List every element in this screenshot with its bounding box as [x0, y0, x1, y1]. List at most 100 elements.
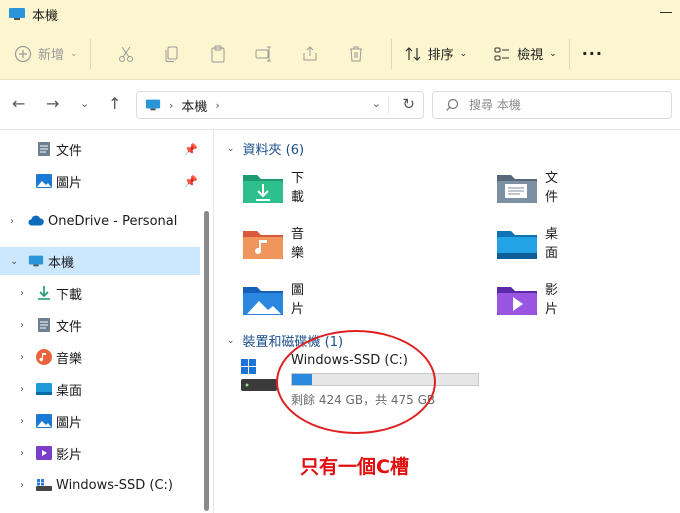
sidebar-item-label: 圖片 — [56, 415, 83, 431]
folders-group-header[interactable]: ⌄ 資料夾 (6) — [227, 139, 667, 158]
search-icon — [446, 98, 459, 111]
address-dropdown-icon[interactable]: ⌄ — [372, 97, 381, 110]
sidebar-item-label: 影片 — [56, 447, 83, 463]
videos-icon — [36, 445, 52, 461]
chevron-right-icon[interactable]: › — [20, 320, 24, 331]
documents-folder-icon — [497, 175, 537, 203]
search-box[interactable] — [432, 91, 672, 119]
paste-button[interactable] — [207, 43, 229, 65]
sidebar-item-label: 圖片 — [56, 175, 83, 191]
copy-icon — [165, 46, 178, 62]
divider — [568, 38, 570, 69]
up-arrow-icon[interactable]: ↑ — [108, 94, 121, 113]
computer-icon — [9, 8, 25, 20]
rename-button[interactable] — [253, 43, 275, 65]
sidebar-item-documents-pinned[interactable]: 文件 📌 — [0, 135, 200, 163]
chevron-down-icon: ⌄ — [227, 335, 235, 346]
folder-label: 影片 — [545, 283, 559, 317]
sidebar-item-label: 下載 — [56, 287, 83, 303]
chevron-down-icon: ⌄ — [70, 48, 78, 59]
chevron-right-icon[interactable]: › — [20, 416, 24, 427]
rename-icon — [255, 46, 271, 61]
chevron-down-icon: ⌄ — [459, 48, 468, 59]
chevron-right-icon[interactable]: › — [10, 216, 14, 227]
folder-documents[interactable]: 文件 — [495, 169, 558, 205]
breadcrumb-this-pc[interactable]: 本機 — [181, 96, 207, 115]
folder-label: 文件 — [545, 171, 559, 205]
sidebar-item-label: 文件 — [56, 319, 83, 335]
folder-downloads[interactable]: 下載 — [241, 169, 304, 205]
sort-button[interactable]: 排序 ⌄ — [404, 38, 468, 70]
folder-label: 圖片 — [291, 283, 305, 317]
pictures-folder-icon — [243, 287, 283, 315]
navigation-pane: 文件 📌 圖片 📌 › OneDrive - Personal ⌄ 本機 › 下… — [0, 131, 214, 513]
computer-icon — [28, 253, 44, 269]
computer-icon — [145, 99, 161, 111]
command-bar: 新增 ⌄ 排序 ⌄ 檢視 ⌄ ··· — [0, 28, 680, 80]
back-arrow-icon[interactable]: ← — [12, 94, 25, 113]
chevron-down-icon: ⌄ — [549, 48, 557, 59]
folder-desktop[interactable]: 桌面 — [495, 225, 558, 261]
divider — [89, 38, 91, 69]
sidebar-item-label: 音樂 — [56, 351, 83, 367]
documents-icon — [36, 141, 52, 157]
search-input[interactable] — [469, 98, 649, 112]
recent-locations-icon[interactable]: ⌄ — [80, 97, 89, 110]
sidebar-item-label: 桌面 — [56, 383, 83, 399]
pin-icon: 📌 — [184, 174, 198, 188]
delete-button[interactable] — [345, 43, 367, 65]
sort-icon — [405, 46, 420, 61]
music-folder-icon — [243, 231, 283, 259]
drive-icon — [241, 359, 277, 391]
scissors-icon — [118, 46, 133, 62]
music-icon — [36, 349, 52, 365]
documents-icon — [36, 317, 52, 333]
chevron-down-icon[interactable]: ⌄ — [10, 256, 18, 267]
chevron-right-icon[interactable]: › — [20, 352, 24, 363]
sidebar-scrollbar[interactable] — [204, 211, 209, 511]
sidebar-item-onedrive[interactable]: › OneDrive - Personal — [0, 207, 200, 235]
drives-group-header[interactable]: ⌄ 裝置和磁碟機 (1) — [227, 331, 667, 350]
forward-arrow-icon[interactable]: → — [46, 94, 59, 113]
address-bar[interactable]: › 本機 › ⌄ ↻ — [136, 91, 424, 119]
sidebar-item-documents[interactable]: › 文件 — [0, 311, 200, 339]
sidebar-item-windows-ssd[interactable]: › Windows-SSD (C:) — [0, 471, 200, 499]
sidebar-item-pictures[interactable]: › 圖片 — [0, 407, 200, 435]
content-area: ⌄ 資料夾 (6) 下載 文件 音樂 桌面 圖片 影片 ⌄ 裝置和磁碟機 (1)… — [215, 131, 680, 513]
sidebar-item-label: 文件 — [56, 143, 83, 159]
more-button[interactable]: ··· — [582, 38, 603, 70]
drive-icon — [36, 477, 52, 493]
sidebar-item-downloads[interactable]: › 下載 — [0, 279, 200, 307]
cut-button[interactable] — [115, 43, 137, 65]
breadcrumb-chevron-icon: › — [169, 98, 174, 112]
minimize-button[interactable] — [660, 12, 672, 13]
folder-music[interactable]: 音樂 — [241, 225, 304, 261]
view-label: 檢視 — [517, 48, 544, 63]
chevron-right-icon[interactable]: › — [20, 448, 24, 459]
chevron-right-icon[interactable]: › — [20, 288, 24, 299]
more-icon: ··· — [581, 44, 603, 63]
view-button[interactable]: 檢視 ⌄ — [493, 38, 557, 70]
download-icon — [36, 285, 52, 301]
onedrive-cloud-icon — [28, 213, 44, 229]
sidebar-item-this-pc[interactable]: ⌄ 本機 — [0, 247, 200, 275]
sidebar-item-pictures-pinned[interactable]: 圖片 📌 — [0, 167, 200, 195]
folders-group-label: 資料夾 (6) — [242, 143, 305, 158]
refresh-icon[interactable]: ↻ — [402, 95, 415, 113]
plus-circle-icon — [14, 45, 32, 62]
sidebar-item-videos[interactable]: › 影片 — [0, 439, 200, 467]
share-button[interactable] — [299, 43, 321, 65]
pictures-icon — [36, 413, 52, 429]
chevron-right-icon[interactable]: › — [20, 384, 24, 395]
sidebar-item-desktop[interactable]: › 桌面 — [0, 375, 200, 403]
trash-icon — [349, 46, 362, 61]
folder-pictures[interactable]: 圖片 — [241, 281, 304, 317]
folder-videos[interactable]: 影片 — [495, 281, 558, 317]
copy-button[interactable] — [161, 43, 183, 65]
pictures-icon — [36, 173, 52, 189]
desktop-folder-icon — [497, 231, 537, 259]
chevron-right-icon[interactable]: › — [20, 480, 24, 491]
desktop-icon — [36, 381, 52, 397]
new-button[interactable]: 新增 ⌄ — [14, 38, 78, 70]
sidebar-item-music[interactable]: › 音樂 — [0, 343, 200, 371]
